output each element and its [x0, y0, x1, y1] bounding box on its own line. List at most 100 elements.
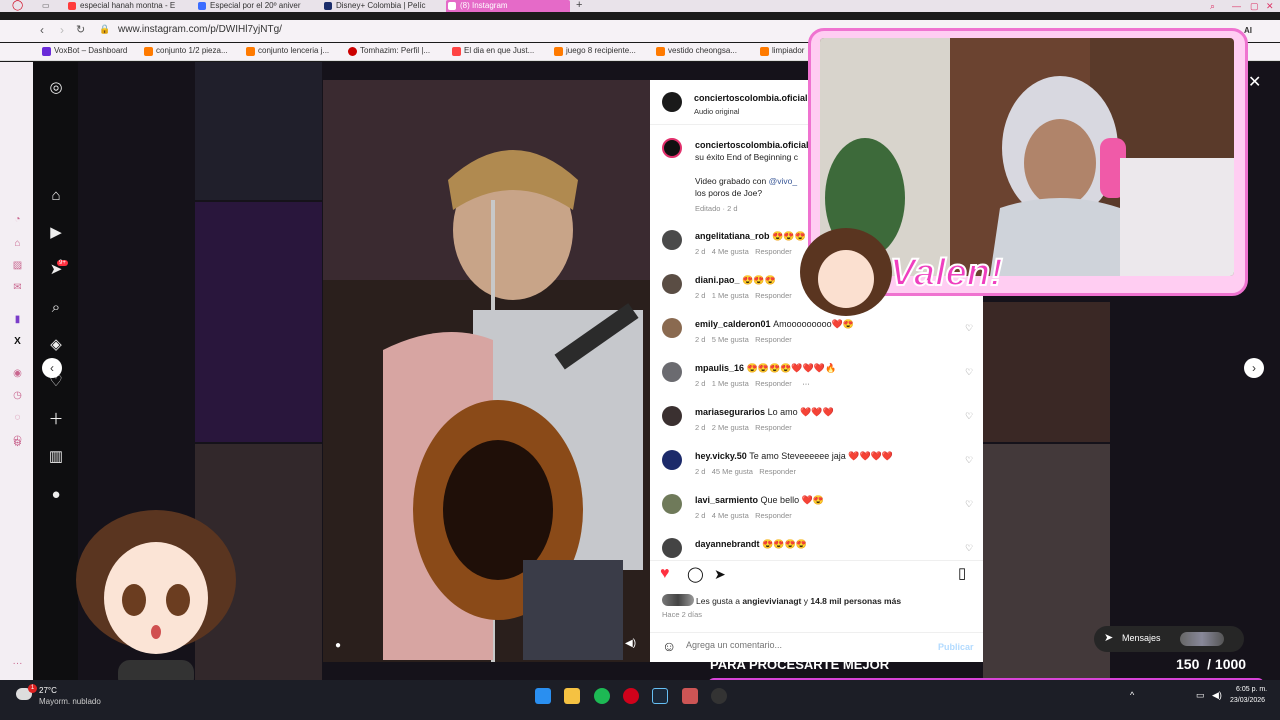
comment-item: lavi_sarmiento Que bello ❤️😍 2 d 4 Me gu… — [650, 494, 983, 534]
new-tab-button[interactable]: + — [576, 0, 582, 11]
caption-author[interactable]: conciertoscolombia.oficial — [695, 140, 809, 150]
history-icon[interactable]: ◷ — [12, 390, 23, 401]
comment-more-button[interactable]: ··· — [802, 379, 810, 388]
comment-like-icon[interactable]: ♡ — [965, 543, 973, 554]
author-avatar[interactable] — [662, 92, 682, 112]
save-bookmark-icon[interactable]: ▯ — [958, 564, 966, 582]
file-explorer-icon[interactable] — [564, 688, 580, 704]
obs-icon[interactable] — [711, 688, 727, 704]
messages-pill[interactable]: ➤ Mensajes — [1094, 626, 1244, 652]
messages-icon: ➤ — [1104, 632, 1114, 644]
opera-taskbar-icon[interactable] — [623, 688, 639, 704]
comment-avatar[interactable] — [662, 450, 682, 470]
like-heart-icon[interactable]: ♥ — [660, 565, 670, 583]
search-icon[interactable]: ⌕ — [1210, 0, 1215, 12]
search-icon[interactable]: ⌕ — [46, 298, 66, 318]
gallery-icon[interactable]: ▨ — [12, 260, 23, 271]
shop-icon — [246, 47, 255, 56]
instagram-logo-icon[interactable]: ◎ — [46, 78, 66, 98]
previous-post-button[interactable]: ‹ — [42, 358, 62, 378]
comment-meta: 2 d 4 Me gusta Responder — [695, 511, 792, 520]
x-icon[interactable]: X — [12, 336, 23, 347]
comment-avatar[interactable] — [662, 538, 682, 558]
share-icon[interactable]: ➤ — [714, 566, 726, 583]
weather-desc[interactable]: Mayorm. nublado — [39, 697, 101, 706]
start-icon[interactable] — [535, 688, 551, 704]
comment-avatar[interactable] — [662, 406, 682, 426]
opera-logo-icon[interactable]: ◯ — [12, 0, 24, 12]
publish-button[interactable]: Publicar — [938, 642, 974, 652]
volume-icon[interactable]: ◀) — [625, 638, 636, 649]
mail-icon[interactable]: ✉ — [12, 282, 23, 293]
background-tile — [195, 62, 322, 200]
caption-avatar[interactable] — [662, 138, 682, 158]
workspaces-icon[interactable]: ⌂ — [12, 238, 23, 249]
comment-avatar[interactable] — [662, 230, 682, 250]
profile-tag-icon[interactable]: ● — [335, 640, 341, 651]
ai-button[interactable]: AI — [1244, 26, 1252, 35]
extensions-icon[interactable]: ◌ — [12, 412, 23, 423]
maximize-icon[interactable]: ▢ — [1250, 0, 1259, 12]
spotify-icon[interactable] — [594, 688, 610, 704]
clock-date[interactable]: 23/03/2026 — [1230, 697, 1265, 704]
comment-like-icon[interactable]: ♡ — [965, 499, 973, 510]
close-lightbox-button[interactable]: ✕ — [1248, 72, 1261, 92]
forward-icon[interactable]: › — [60, 23, 64, 37]
reels-icon[interactable]: ▶ — [46, 223, 66, 243]
post-author[interactable]: conciertoscolombia.oficial — [694, 93, 808, 103]
clock-time[interactable]: 6:05 p. m. — [1236, 686, 1267, 693]
pinterest-icon — [348, 47, 357, 56]
bookmark-el-dia[interactable]: El dia en que Just... — [452, 46, 534, 56]
comment-item: hey.vicky.50 Te amo Steveeeeee jaja ❤️❤️… — [650, 450, 983, 490]
comment-avatar[interactable] — [662, 318, 682, 338]
window-close-icon[interactable]: ✕ — [1266, 0, 1274, 12]
home-icon[interactable]: ⌂ — [46, 186, 66, 206]
emoji-icon[interactable]: ☺ — [662, 638, 676, 654]
weather-temp[interactable]: 27°C — [39, 686, 57, 695]
bookmark-voxbot[interactable]: VoxBot – Dashboard — [42, 46, 127, 56]
app-icon[interactable] — [682, 688, 698, 704]
bookmark-conjunto-pieza[interactable]: conjunto 1/2 pieza... — [144, 46, 228, 56]
bookmark-tomhazim[interactable]: Tomhazim: Perfil |... — [348, 46, 430, 56]
comment-avatar[interactable] — [662, 362, 682, 382]
minimize-icon[interactable]: — — [1232, 0, 1241, 12]
comment-avatar[interactable] — [662, 494, 682, 514]
network-icon[interactable]: ▭ — [1196, 690, 1205, 701]
url-field[interactable]: www.instagram.com/p/DWIHl7yjNTg/ — [118, 24, 282, 35]
create-icon[interactable]: ＋ — [46, 410, 66, 430]
next-post-button[interactable]: › — [1244, 358, 1264, 378]
audio-label[interactable]: Audio original — [694, 107, 739, 116]
bookmark-vestido[interactable]: vestido cheongsa... — [656, 46, 737, 56]
volume-tray-icon[interactable]: ◀) — [1212, 690, 1222, 701]
mention-link[interactable]: @vivo_ — [769, 176, 797, 186]
settings-icon[interactable]: ⚙ — [12, 438, 23, 449]
comment-like-icon[interactable]: ♡ — [965, 323, 973, 334]
tab-instagram[interactable]: (8) Instagram — [446, 0, 570, 12]
steam-icon[interactable] — [652, 688, 668, 704]
profile-avatar[interactable]: ● — [46, 485, 66, 505]
dashboard-icon[interactable]: ▥ — [46, 447, 66, 467]
comment-like-icon[interactable]: ♡ — [965, 367, 973, 378]
comment-avatar[interactable] — [662, 274, 682, 294]
post-video[interactable]: ● ◀) — [323, 80, 650, 662]
comment-like-icon[interactable]: ♡ — [965, 411, 973, 422]
twitch-icon[interactable]: ▮ — [12, 314, 23, 325]
tab-hannah-montana[interactable]: especial hanah montna - E — [66, 0, 186, 12]
reload-icon[interactable]: ↻ — [76, 23, 85, 36]
comment-input[interactable] — [686, 640, 926, 650]
comment-icon[interactable]: ◯ — [687, 565, 704, 583]
bookmark-limpiador[interactable]: limpiador — [760, 46, 804, 56]
bookmark-juego[interactable]: juego 8 recipiente... — [554, 46, 636, 56]
player-icon[interactable]: ◉ — [12, 368, 23, 379]
tab-menu-icon[interactable]: ▭ — [42, 0, 50, 12]
back-icon[interactable]: ‹ — [40, 23, 44, 37]
tab-especial-aniversario[interactable]: Especial por el 20º aniver — [196, 0, 316, 12]
shop-icon — [554, 47, 563, 56]
aria-icon[interactable]: ◔ — [12, 214, 23, 225]
tray-chevron-icon[interactable]: ^ — [1130, 690, 1134, 700]
explore-icon[interactable]: ◈ — [46, 335, 66, 355]
tab-disney[interactable]: Disney+ Colombia | Pelíc — [322, 0, 440, 12]
bookmark-conjunto-lenceria[interactable]: conjunto lenceria j... — [246, 46, 329, 56]
comment-like-icon[interactable]: ♡ — [965, 455, 973, 466]
more-icon[interactable]: ··· — [12, 658, 23, 669]
